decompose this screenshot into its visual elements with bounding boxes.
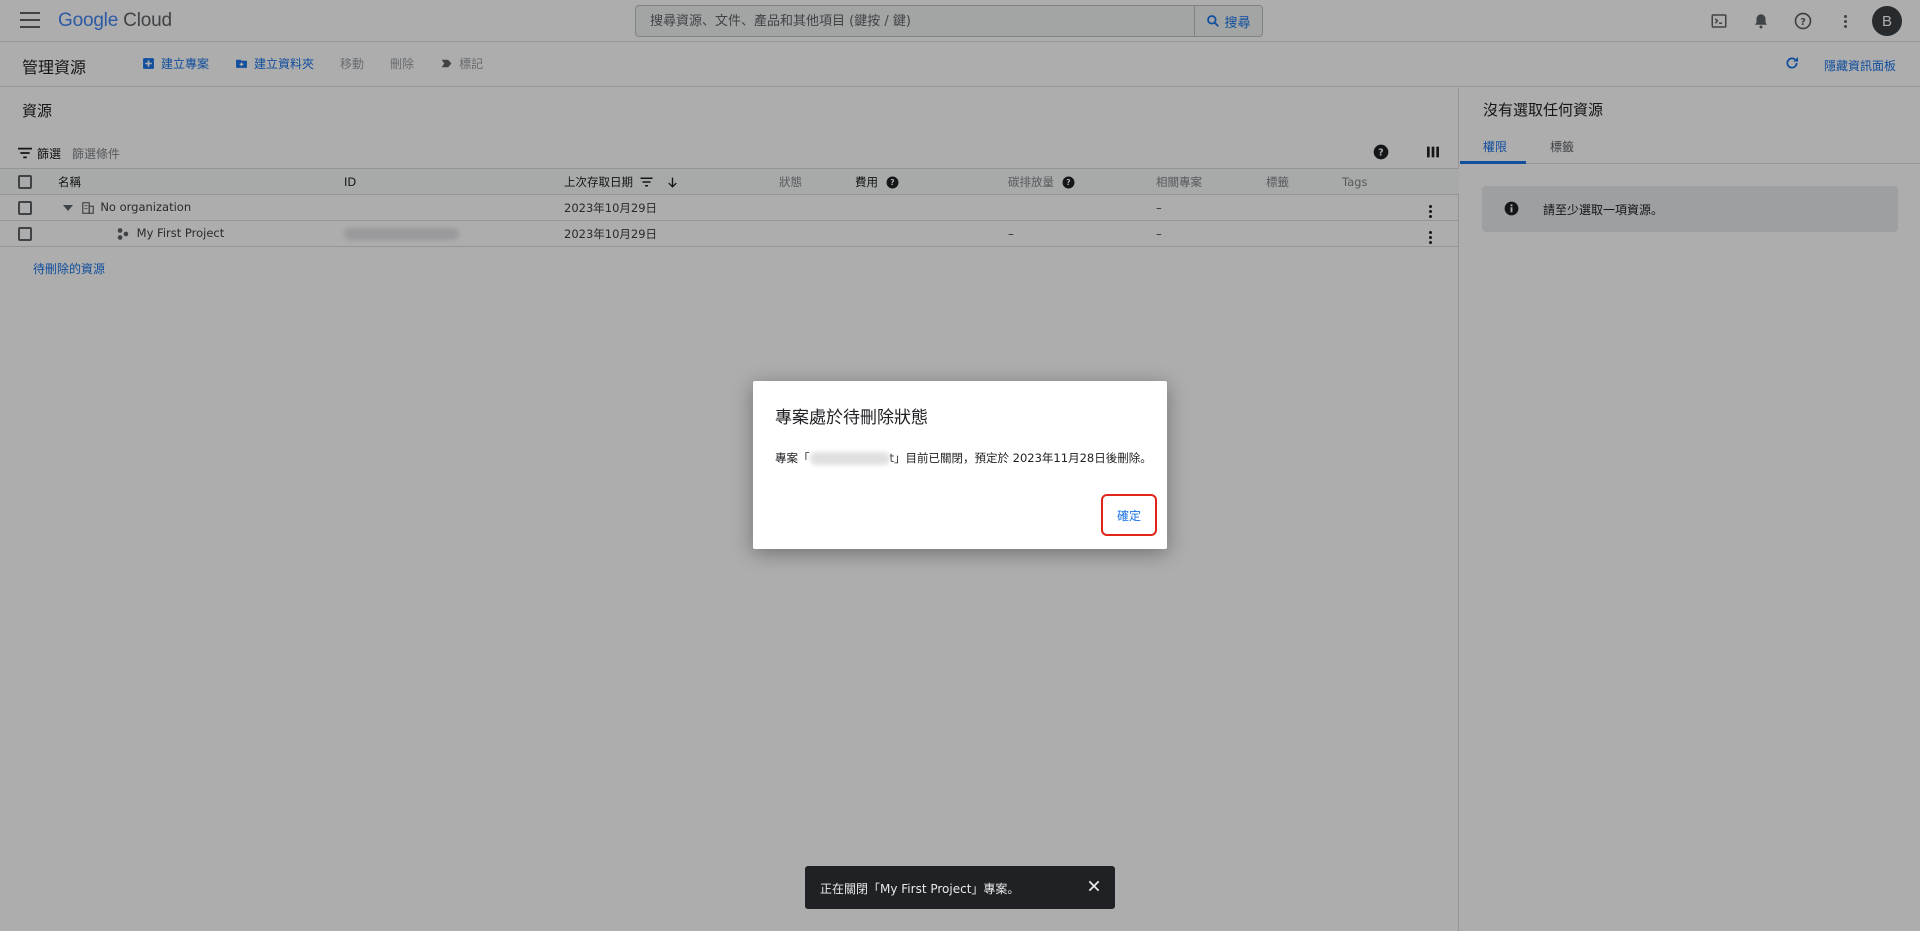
pending-deletion-dialog: 專案處於待刪除狀態 專案「 t」目前已關閉，預定於 2023年11月28日後刪除。… [753,381,1167,549]
close-icon[interactable] [1087,879,1101,893]
dialog-message-suffix: 」目前已關閉，預定於 2023年11月28日後刪除。 [894,451,1152,465]
dialog-message: 專案「 t」目前已關閉，預定於 2023年11月28日後刪除。 [775,450,1152,466]
confirm-button[interactable]: 確定 [1101,494,1157,536]
dialog-message-prefix: 專案「 [775,451,810,465]
snackbar: 正在關閉「My First Project」專案。 [805,866,1115,909]
snackbar-message: 正在關閉「My First Project」專案。 [820,882,1020,896]
dialog-title: 專案處於待刪除狀態 [775,408,928,428]
redacted-project-name [809,452,890,465]
